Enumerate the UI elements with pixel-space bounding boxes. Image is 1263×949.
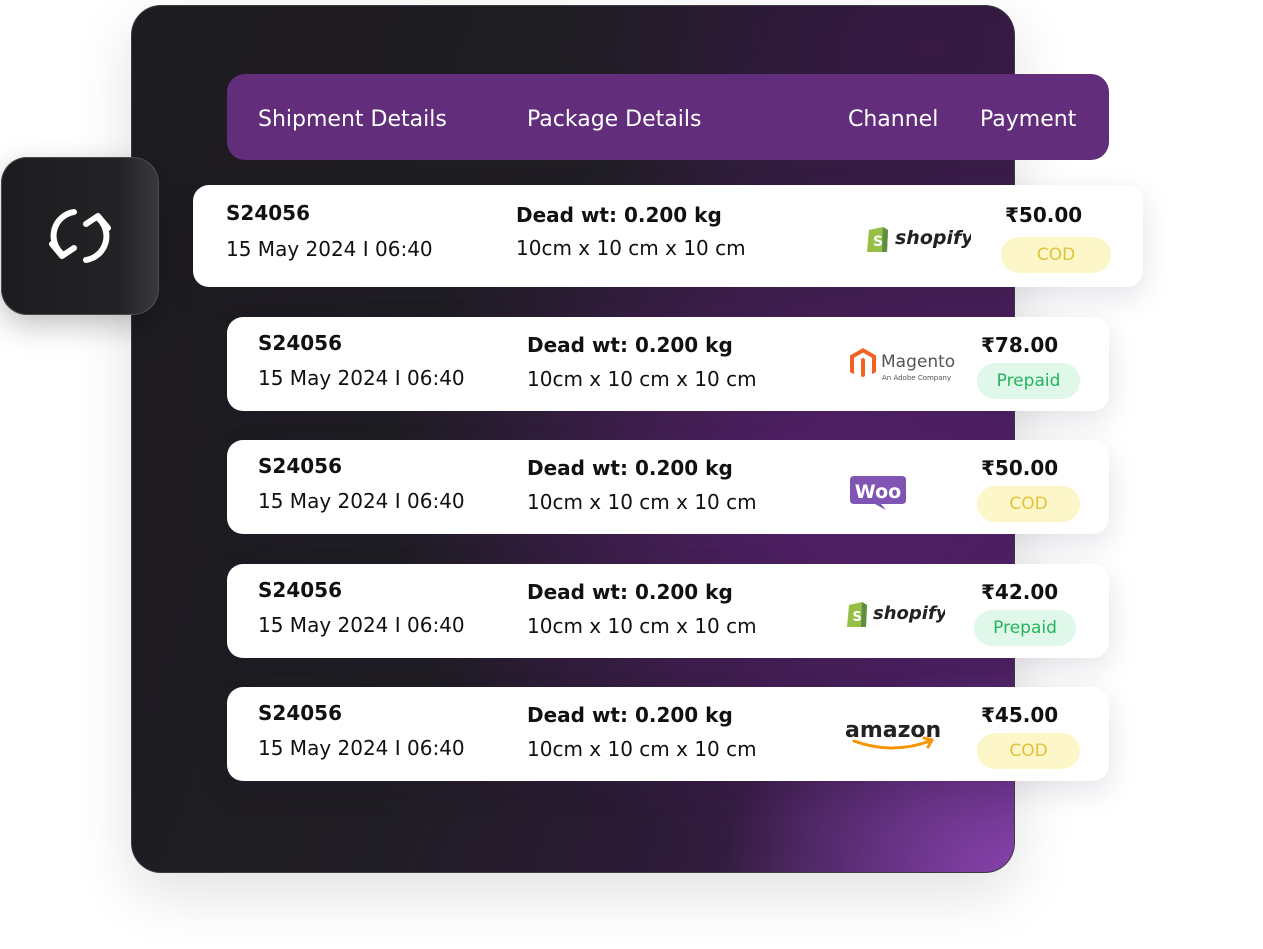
- header-shipment-details: Shipment Details: [258, 107, 447, 132]
- shipment-id: S24056: [258, 454, 342, 478]
- payment-badge: COD: [977, 733, 1080, 769]
- table-row[interactable]: S24056 15 May 2024 I 06:40 Dead wt: 0.20…: [227, 564, 1109, 658]
- payment-amount: ₹78.00: [981, 333, 1059, 357]
- table-header: Shipment Details Package Details Channel…: [227, 74, 1109, 160]
- package-dimensions: 10cm x 10 cm x 10 cm: [527, 490, 757, 514]
- shipment-date: 15 May 2024 I 06:40: [258, 736, 465, 760]
- shipment-id: S24056: [258, 578, 342, 602]
- dead-weight: Dead wt: 0.200 kg: [527, 456, 733, 480]
- package-dimensions: 10cm x 10 cm x 10 cm: [527, 737, 757, 761]
- svg-text:S: S: [853, 610, 862, 625]
- shopify-logo-text: shopify: [873, 603, 945, 624]
- table-row[interactable]: S24056 15 May 2024 I 06:40 Dead wt: 0.20…: [193, 185, 1143, 287]
- header-payment: Payment: [980, 107, 1077, 132]
- sync-button[interactable]: [1, 157, 159, 315]
- table-row[interactable]: S24056 15 May 2024 I 06:40 Dead wt: 0.20…: [227, 440, 1109, 534]
- payment-badge: COD: [1001, 237, 1111, 273]
- dead-weight: Dead wt: 0.200 kg: [527, 580, 733, 604]
- magento-logo-text: Magento: [881, 352, 955, 372]
- shipment-id: S24056: [258, 331, 342, 355]
- shopify-logo: S shopify: [865, 222, 975, 258]
- table-row[interactable]: S24056 15 May 2024 I 06:40 Dead wt: 0.20…: [227, 687, 1109, 781]
- shipment-date: 15 May 2024 I 06:40: [258, 366, 465, 390]
- payment-amount: ₹50.00: [1005, 203, 1083, 227]
- dead-weight: Dead wt: 0.200 kg: [516, 203, 722, 227]
- dead-weight: Dead wt: 0.200 kg: [527, 333, 733, 357]
- amazon-logo: amazon: [844, 715, 944, 755]
- sync-icon: [49, 209, 111, 263]
- woocommerce-logo: Woo: [849, 475, 907, 515]
- payment-amount: ₹45.00: [981, 703, 1059, 727]
- svg-text:S: S: [873, 234, 883, 250]
- package-dimensions: 10cm x 10 cm x 10 cm: [527, 367, 757, 391]
- payment-amount: ₹42.00: [981, 580, 1059, 604]
- payment-amount: ₹50.00: [981, 456, 1059, 480]
- payment-badge: Prepaid: [974, 610, 1076, 646]
- shopify-logo-text: shopify: [895, 227, 971, 249]
- payment-badge: COD: [977, 486, 1080, 522]
- shipment-date: 15 May 2024 I 06:40: [258, 613, 465, 637]
- payment-badge: Prepaid: [977, 363, 1080, 399]
- header-package-details: Package Details: [527, 107, 702, 132]
- woo-logo-text: Woo: [855, 481, 901, 503]
- dead-weight: Dead wt: 0.200 kg: [527, 703, 733, 727]
- package-dimensions: 10cm x 10 cm x 10 cm: [527, 614, 757, 638]
- shipment-id: S24056: [258, 701, 342, 725]
- shipment-date: 15 May 2024 I 06:40: [226, 237, 433, 261]
- magento-logo-subtext: An Adobe Company: [882, 374, 951, 382]
- magento-logo: Magento An Adobe Company: [849, 346, 961, 388]
- table-row[interactable]: S24056 15 May 2024 I 06:40 Dead wt: 0.20…: [227, 317, 1109, 411]
- shopify-logo: S shopify: [845, 597, 949, 633]
- header-channel: Channel: [848, 107, 939, 132]
- shipment-date: 15 May 2024 I 06:40: [258, 489, 465, 513]
- shipment-id: S24056: [226, 201, 310, 225]
- package-dimensions: 10cm x 10 cm x 10 cm: [516, 236, 746, 260]
